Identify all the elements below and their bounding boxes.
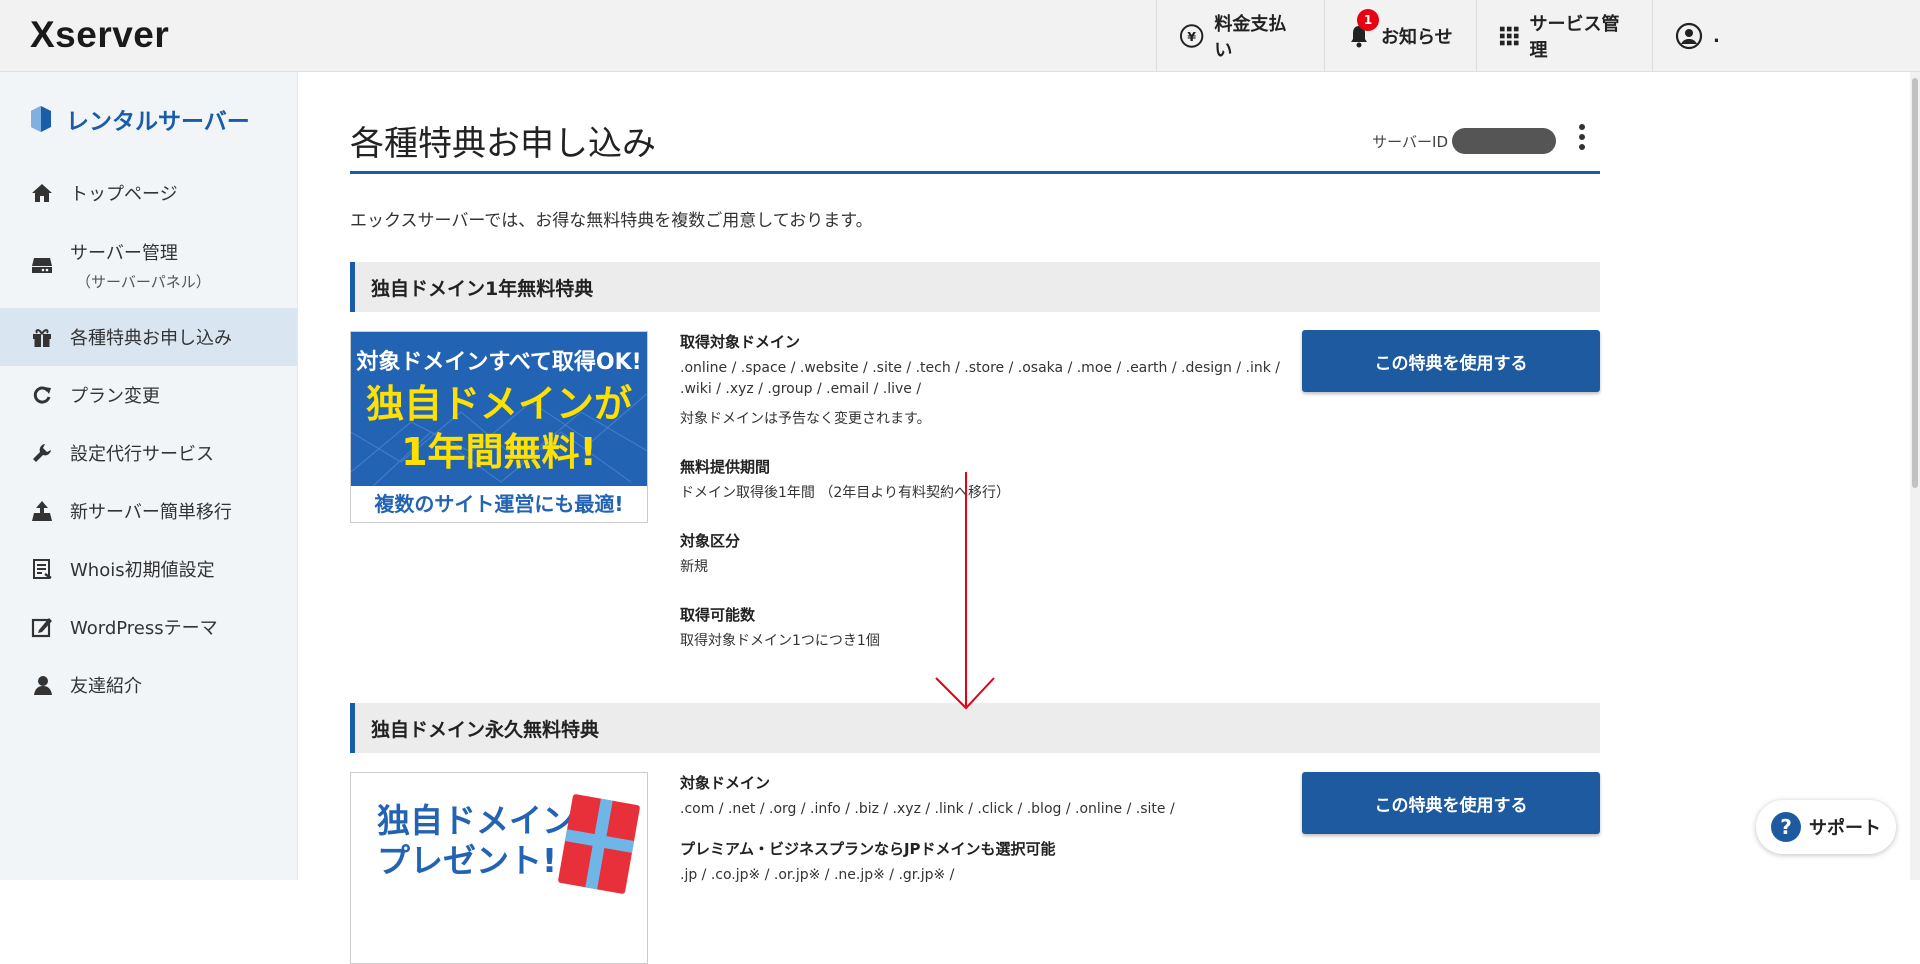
sidebar-item-top-page[interactable]: トップページ	[0, 164, 297, 222]
banner-bottom-text: 複数のサイト運営にも最適!	[351, 486, 647, 522]
header-nav: ¥ 料金支払い 1 お知らせ サービス管理 .	[1156, 0, 1920, 72]
sidebar-item-label: 設定代行サービス	[70, 444, 214, 465]
support-label: サポート	[1809, 818, 1881, 839]
sidebar-menu: トップページ サーバー管理 （サーバーパネル） 各種特典お申し込み プラン変更 設…	[0, 164, 297, 714]
banner-main-text: 独自ドメインが 1年間無料!	[351, 380, 647, 476]
gift-box-icon	[557, 793, 641, 895]
edit-icon	[30, 615, 54, 639]
field-value: 新規	[680, 559, 708, 575]
banner-domain-present: 独自ドメイン プレゼント!	[350, 772, 648, 964]
sidebar-item-plan-change[interactable]: プラン変更	[0, 366, 297, 424]
section-1-details: 取得対象ドメイン .online / .space / .website / .…	[680, 331, 1300, 678]
server-panel-sublabel: （サーバーパネル）	[76, 272, 211, 291]
page-scrollbar[interactable]	[1910, 72, 1920, 880]
document-icon	[30, 557, 54, 581]
field-value: ドメイン取得後1年間 （2年目より有料契約へ移行）	[680, 485, 1010, 501]
banner2-text: 独自ドメイン プレゼント!	[377, 801, 575, 881]
sidebar-item-referral[interactable]: 友達紹介	[0, 656, 297, 714]
field-value: .com / .net / .org / .info / .biz / .xyz…	[680, 801, 1175, 817]
server-icon	[30, 253, 54, 277]
field-value: .jp / .co.jp※ / .or.jp※ / .ne.jp※ / .gr.…	[680, 867, 955, 883]
intro-text: エックスサーバーでは、お得な無料特典を複数ご用意しております。	[350, 211, 873, 231]
sidebar-item-setup-service[interactable]: 設定代行サービス	[0, 424, 297, 482]
field-label: 対象区分	[680, 532, 741, 550]
section-heading-domain-permanent: 独自ドメイン永久無料特典	[350, 703, 1600, 753]
top-header: Xserver ¥ 料金支払い 1 お知らせ サービス管理 .	[0, 0, 1920, 72]
refresh-icon	[30, 383, 54, 407]
sidebar-item-label: 各種特典お申し込み	[70, 328, 232, 349]
field-free-period: 無料提供期間 ドメイン取得後1年間 （2年目より有料契約へ移行）	[680, 456, 1300, 504]
notification-badge: 1	[1357, 9, 1379, 31]
help-icon: ?	[1771, 812, 1801, 842]
service-management-label: サービス管理	[1529, 14, 1620, 61]
grid-icon	[1499, 26, 1519, 46]
banner2-line2: プレゼント!	[377, 841, 558, 880]
server-id: サーバーID	[1372, 128, 1556, 154]
sidebar-item-server-management[interactable]: サーバー管理 （サーバーパネル）	[0, 222, 297, 308]
field-obtainable-count: 取得可能数 取得対象ドメイン1つにつき1個	[680, 604, 1300, 652]
page-title: 各種特典お申し込み	[350, 124, 656, 164]
field-target-category: 対象区分 新規	[680, 530, 1300, 578]
sidebar-item-label: トップページ	[70, 184, 178, 205]
sidebar-item-label: 新サーバー簡単移行	[70, 502, 232, 523]
account-button[interactable]: .	[1652, 0, 1920, 72]
banner-main-line1: 独自ドメインが	[365, 382, 632, 426]
sidebar-item-wordpress-theme[interactable]: WordPressテーマ	[0, 598, 297, 656]
service-management-button[interactable]: サービス管理	[1476, 0, 1652, 72]
more-options-icon[interactable]	[1578, 124, 1586, 152]
payment-button[interactable]: ¥ 料金支払い	[1156, 0, 1324, 72]
scrollbar-thumb[interactable]	[1912, 78, 1918, 488]
sidebar-title[interactable]: レンタルサーバー	[30, 102, 250, 136]
gift-icon	[30, 325, 54, 349]
notifications-label: お知らせ	[1381, 27, 1453, 48]
account-name: .	[1713, 25, 1720, 47]
xserver-logo[interactable]: Xserver	[30, 14, 169, 56]
field-value: .online / .space / .website / .site / .t…	[680, 360, 1280, 397]
field-label: 取得対象ドメイン	[680, 333, 801, 351]
field-note: 対象ドメインは予告なく変更されます。	[680, 411, 931, 427]
person-icon	[30, 673, 54, 697]
sidebar-item-label: 友達紹介	[70, 676, 142, 697]
sidebar: レンタルサーバー トップページ サーバー管理 （サーバーパネル） 各種特典お申し込…	[0, 72, 298, 880]
home-icon	[30, 181, 54, 205]
field-target-domains-2: 対象ドメイン .com / .net / .org / .info / .biz…	[680, 772, 1300, 820]
rental-server-icon	[31, 106, 51, 132]
svg-text:¥: ¥	[1187, 29, 1196, 44]
section-heading-domain-1yr: 独自ドメイン1年無料特典	[350, 262, 1600, 312]
field-label: 取得可能数	[680, 606, 756, 624]
title-underline	[350, 171, 1600, 174]
user-circle-icon	[1675, 22, 1703, 50]
sidebar-item-whois[interactable]: Whois初期値設定	[0, 540, 297, 598]
field-label: 無料提供期間	[680, 458, 771, 476]
sidebar-item-server-migration[interactable]: 新サーバー簡単移行	[0, 482, 297, 540]
sidebar-title-label: レンタルサーバー	[66, 109, 250, 135]
banner2-line1: 独自ドメイン	[377, 801, 575, 840]
field-jp-domains: プレミアム・ビジネスプランならJPドメインも選択可能 .jp / .co.jp※…	[680, 838, 1300, 886]
sidebar-item-label: プラン変更	[70, 386, 160, 407]
sidebar-item-benefits[interactable]: 各種特典お申し込み	[0, 308, 297, 366]
server-id-redacted	[1452, 128, 1556, 154]
support-button[interactable]: ? サポート	[1756, 800, 1896, 854]
server-management-label: サーバー管理	[70, 242, 178, 264]
sidebar-item-label: WordPressテーマ	[70, 618, 218, 639]
banner-main-line2: 1年間無料!	[401, 430, 597, 474]
banner-domain-1yr: 対象ドメインすべて取得OK! 独自ドメインが 1年間無料! 複数のサイト運営にも…	[350, 331, 648, 523]
field-label: プレミアム・ビジネスプランならJPドメインも選択可能	[680, 840, 1056, 858]
payment-label: 料金支払い	[1214, 14, 1287, 61]
section-2-details: 対象ドメイン .com / .net / .org / .info / .biz…	[680, 772, 1300, 912]
yen-icon: ¥	[1179, 24, 1204, 48]
notifications-button[interactable]: 1 お知らせ	[1324, 0, 1476, 72]
banner-top-text: 対象ドメインすべて取得OK!	[356, 350, 642, 375]
server-id-label: サーバーID	[1372, 132, 1448, 151]
sidebar-item-label: Whois初期値設定	[70, 560, 215, 581]
wrench-icon	[30, 441, 54, 465]
field-value: 取得対象ドメイン1つにつき1個	[680, 633, 880, 649]
upload-icon	[30, 499, 54, 523]
field-label: 対象ドメイン	[680, 774, 771, 792]
use-benefit-button-1[interactable]: この特典を使用する	[1302, 330, 1600, 392]
field-target-domains: 取得対象ドメイン .online / .space / .website / .…	[680, 331, 1300, 428]
use-benefit-button-2[interactable]: この特典を使用する	[1302, 772, 1600, 834]
sidebar-item-label: サーバー管理 （サーバーパネル）	[70, 239, 211, 292]
